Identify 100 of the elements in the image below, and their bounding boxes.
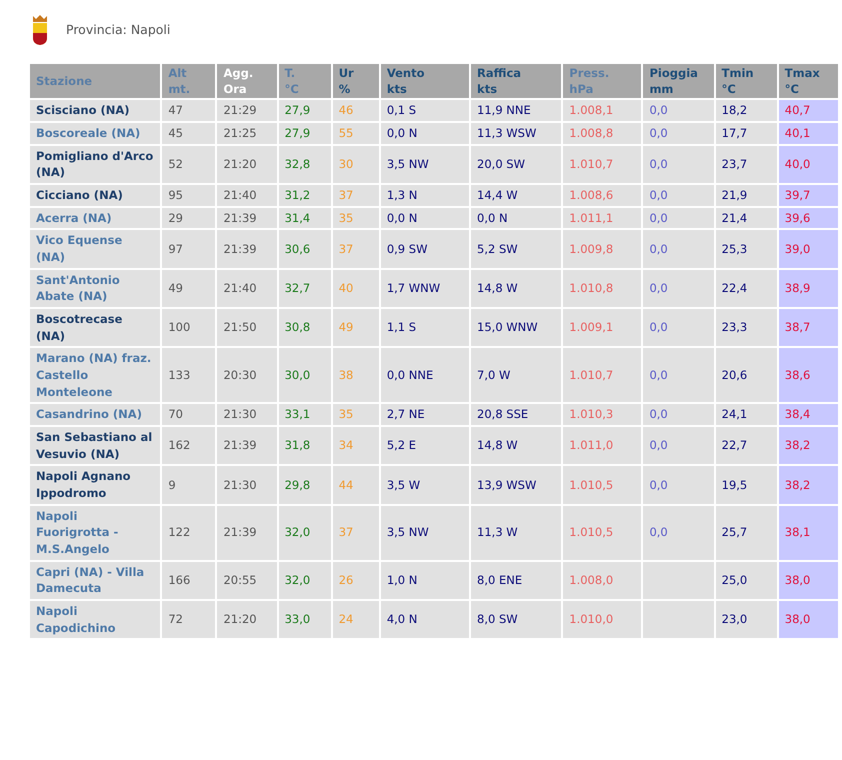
station-link[interactable]: Vico Equense (NA) [30,230,160,268]
table-cell: 24,1 [716,404,777,425]
table-cell: 1.009,8 [563,230,642,268]
table-cell: 38 [332,348,379,402]
table-cell: 0,0 [643,308,714,346]
column-header[interactable]: Raffica kts [471,64,562,98]
province-label: Provincia: Napoli [66,20,170,39]
table-cell: 31,2 [278,184,331,206]
table-cell: 21:39 [217,230,277,268]
table-cell: 21:29 [217,100,277,121]
table-cell: 3,5 W [380,466,470,504]
table-cell: 45 [162,122,216,144]
table-cell: 162 [162,426,216,464]
table-cell: 49 [332,308,379,346]
table-cell: 1.010,5 [563,466,642,504]
column-header[interactable]: Stazione [30,64,160,98]
table-cell: 21:30 [217,404,277,425]
table-cell: 32,8 [278,146,331,183]
table-cell: 3,5 NW [380,146,470,183]
column-header[interactable]: Tmax °C [778,64,838,98]
station-link[interactable]: Boscoreale (NA) [30,122,160,144]
table-cell: 1.011,1 [563,208,642,228]
table-cell: 21:40 [217,270,277,307]
table-cell: 32,0 [278,506,331,560]
table-cell: 1.010,7 [563,348,642,402]
table-cell: 19,5 [716,466,777,504]
column-header[interactable]: Tmin °C [716,64,777,98]
table-cell: 18,2 [716,100,777,121]
station-link[interactable]: San Sebastiano al Vesuvio (NA) [30,426,160,464]
station-link[interactable]: Napoli Agnano Ippodromo [30,466,160,504]
table-cell: 7,0 W [471,348,562,402]
table-cell: 38,4 [778,404,838,425]
table-cell: 14,8 W [471,270,562,307]
station-link[interactable]: Capri (NA) - Villa Damecuta [30,562,160,599]
column-header[interactable]: Press. hPa [563,64,642,98]
table-cell: 21:39 [217,506,277,560]
table-cell: 0,0 [643,466,714,504]
table-cell: 9 [162,466,216,504]
table-cell: 14,8 W [471,426,562,464]
station-link[interactable]: Boscotrecase (NA) [30,308,160,346]
table-cell: 39,7 [778,184,838,206]
station-link[interactable]: Acerra (NA) [30,208,160,228]
station-link[interactable]: Scisciano (NA) [30,100,160,121]
table-cell: 1.008,8 [563,122,642,144]
table-cell: 0,0 [643,270,714,307]
table-cell: 22,7 [716,426,777,464]
table-cell: 29,8 [278,466,331,504]
table-cell: 40,1 [778,122,838,144]
table-cell: 40,0 [778,146,838,183]
station-link[interactable]: Sant'Antonio Abate (NA) [30,270,160,307]
table-cell: 33,0 [278,600,331,638]
table-cell: 0,9 SW [380,230,470,268]
table-cell: 46 [332,100,379,121]
table-cell: 38,0 [778,562,838,599]
table-cell: 55 [332,122,379,144]
table-cell: 0,0 [643,404,714,425]
table-cell: 33,1 [278,404,331,425]
station-link[interactable]: Napoli Capodichino [30,600,160,638]
table-cell: 0,0 N [380,122,470,144]
table-cell: 1.010,3 [563,404,642,425]
table-cell: 21:20 [217,146,277,183]
table-cell: 21:30 [217,466,277,504]
table-cell: 20,8 SSE [471,404,562,425]
table-cell: 35 [332,208,379,228]
table-cell: 0,0 NNE [380,348,470,402]
station-link[interactable]: Pomigliano d'Arco (NA) [30,146,160,183]
table-cell: 32,7 [278,270,331,307]
table-cell: 13,9 WSW [471,466,562,504]
table-cell: 38,7 [778,308,838,346]
station-link[interactable]: Napoli Fuorigrotta - M.S.Angelo [30,506,160,560]
column-header[interactable]: Ur % [332,64,379,98]
table-cell: 25,3 [716,230,777,268]
table-cell [643,600,714,638]
table-cell: 47 [162,100,216,121]
station-link[interactable]: Marano (NA) fraz. Castello Monteleone [30,348,160,402]
table-cell: 0,0 N [471,208,562,228]
column-header[interactable]: Vento kts [380,64,470,98]
table-cell [643,562,714,599]
table-cell: 30,8 [278,308,331,346]
table-cell: 1.008,1 [563,100,642,121]
column-header: Agg. Ora [217,64,277,98]
table-cell: 49 [162,270,216,307]
table-cell: 100 [162,308,216,346]
column-header[interactable]: Alt mt. [162,64,216,98]
table-cell: 1.010,0 [563,600,642,638]
table-cell: 52 [162,146,216,183]
table-cell: 23,0 [716,600,777,638]
table-cell: 5,2 SW [471,230,562,268]
table-cell: 70 [162,404,216,425]
table-cell: 25,0 [716,562,777,599]
station-link[interactable]: Cicciano (NA) [30,184,160,206]
table-cell: 20:55 [217,562,277,599]
table-cell: 37 [332,230,379,268]
column-header[interactable]: Pioggia mm [643,64,714,98]
table-cell: 21:39 [217,208,277,228]
table-cell: 4,0 N [380,600,470,638]
table-cell: 0,1 S [380,100,470,121]
table-cell: 30,0 [278,348,331,402]
station-link[interactable]: Casandrino (NA) [30,404,160,425]
column-header[interactable]: T. °C [278,64,331,98]
